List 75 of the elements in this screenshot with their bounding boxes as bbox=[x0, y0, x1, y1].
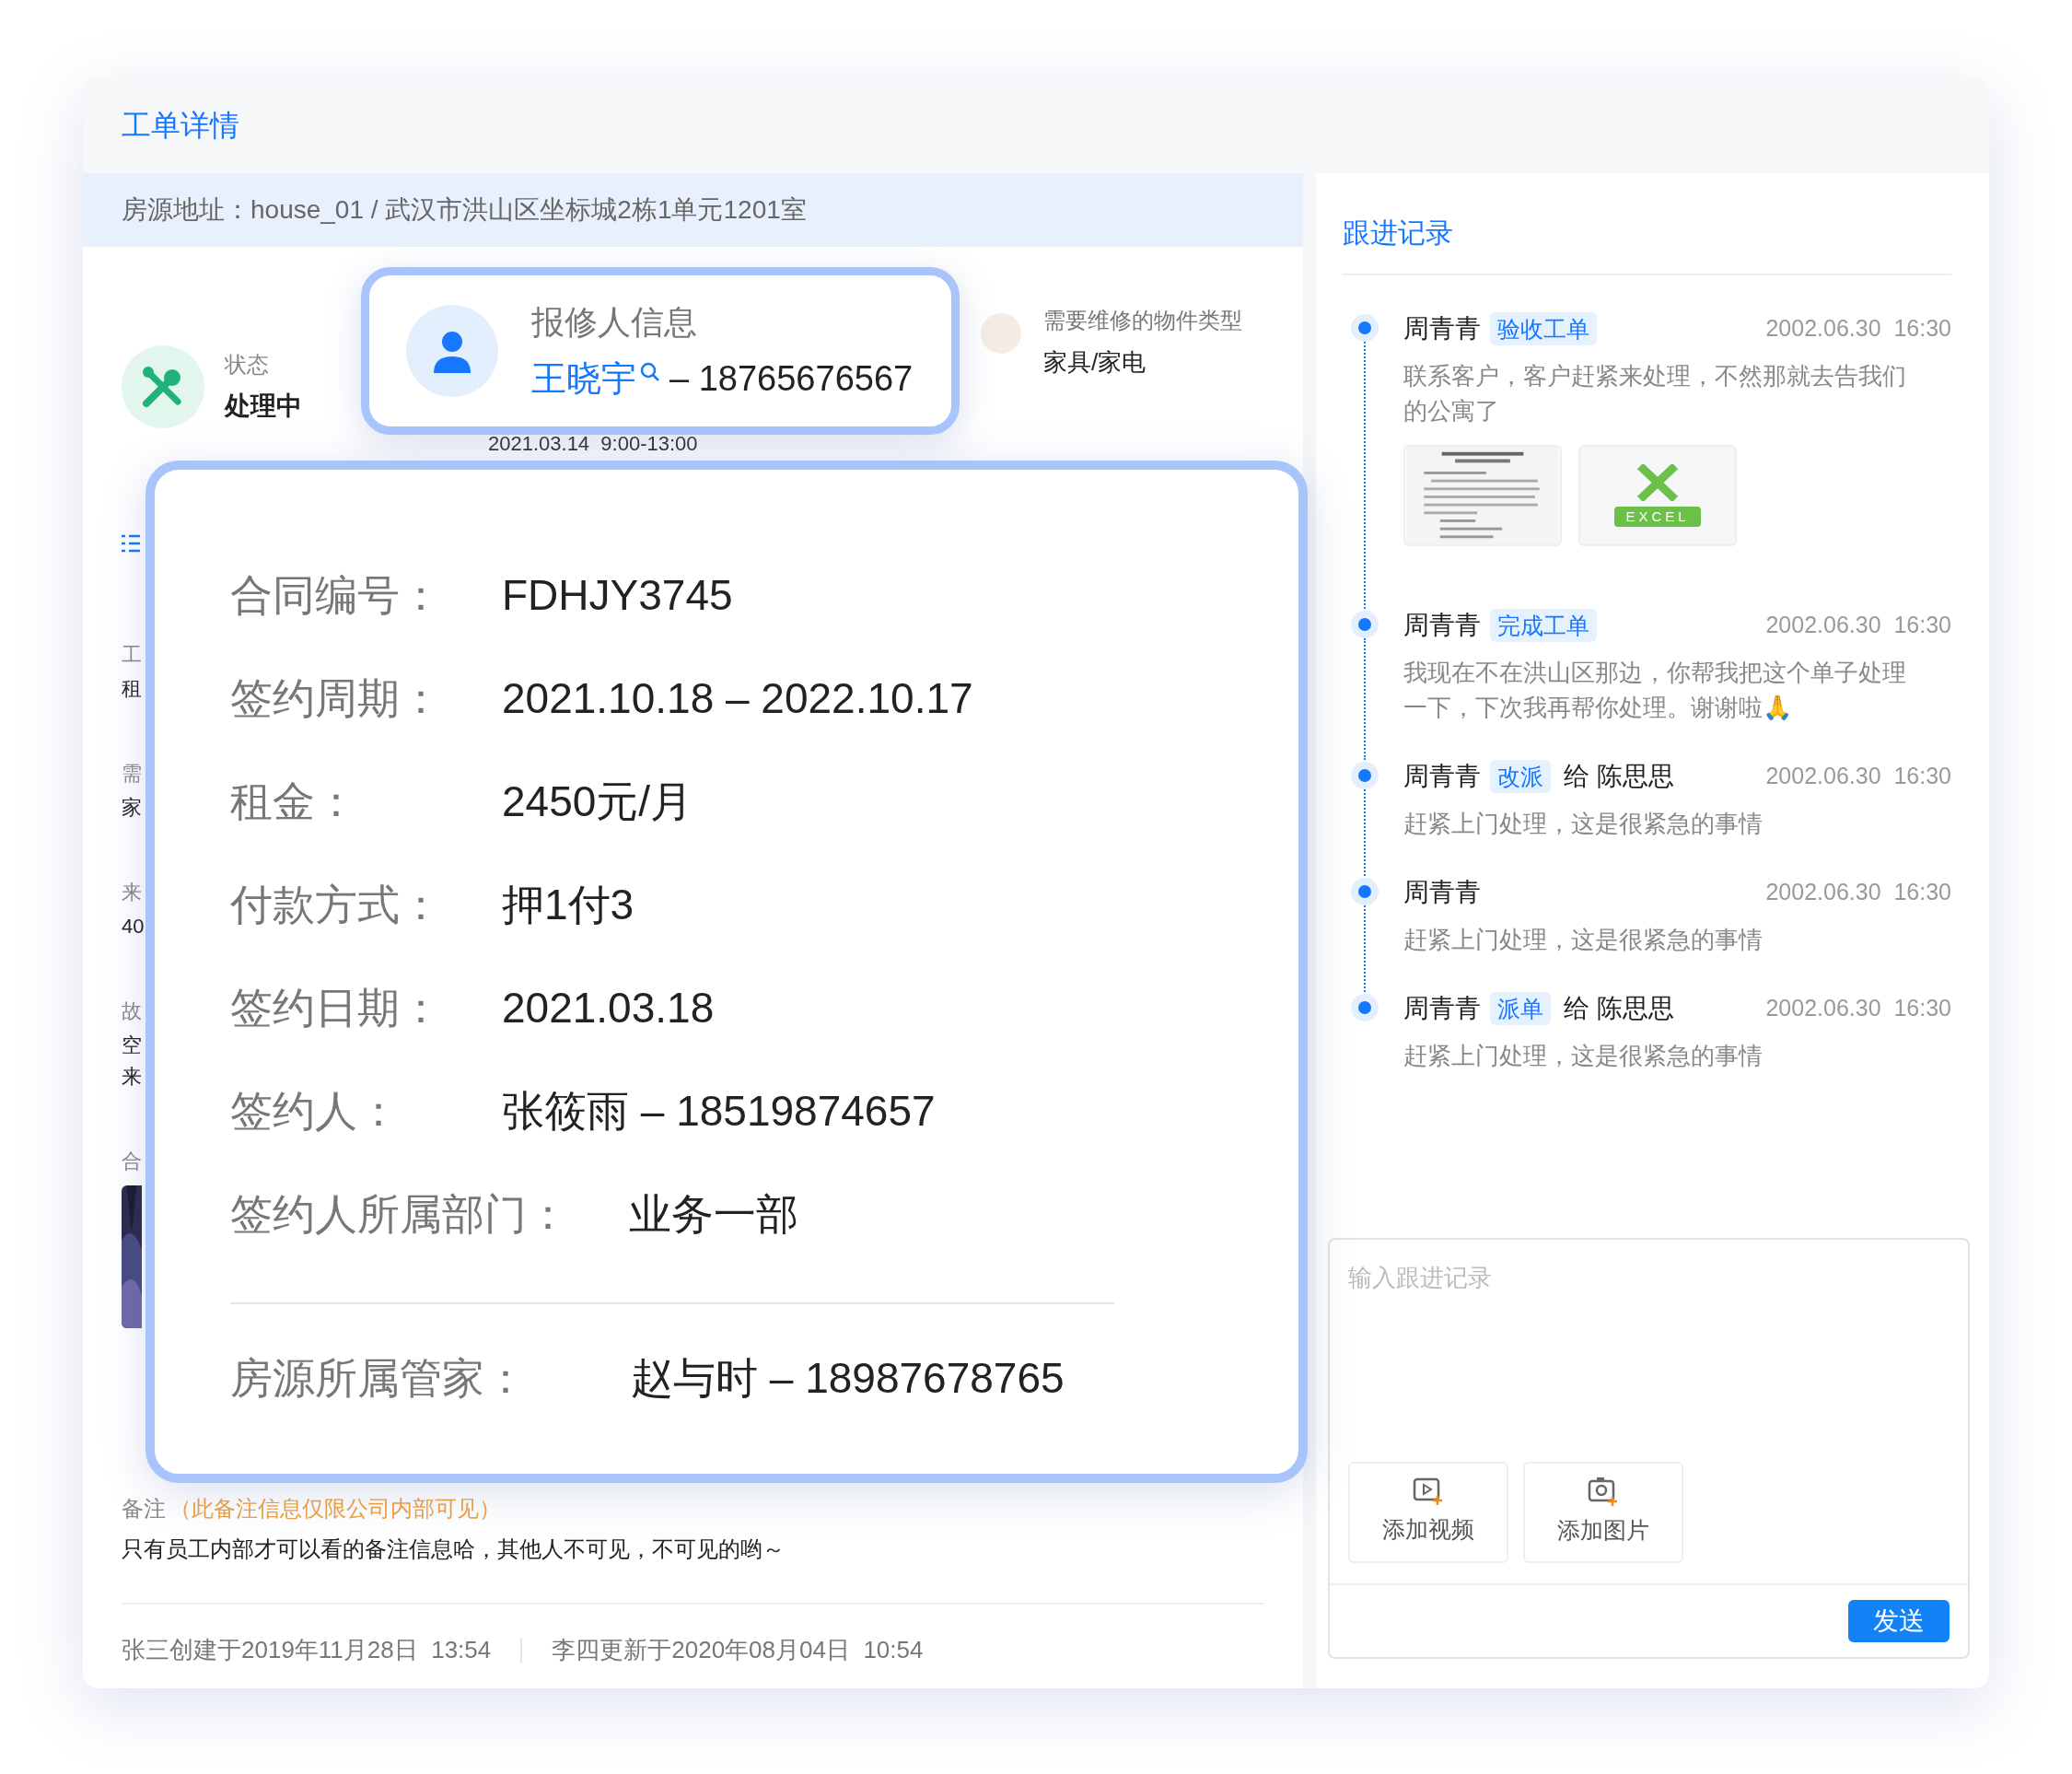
follow-up-input[interactable]: 输入跟进记录 bbox=[1330, 1240, 1968, 1462]
contract-field-value: 张筱雨 – 18519874657 bbox=[502, 1085, 936, 1137]
entry-text: 我现在不在洪山区那边，你帮我把这个单子处理一下，下次我再帮你处理。谢谢啦🙏 bbox=[1403, 658, 1907, 723]
contract-field-label: 签约人： bbox=[230, 1085, 401, 1137]
field-value: 40 bbox=[122, 914, 145, 940]
address-text: 房源地址：house_01 / 武汉市洪山区坐标城2栋1单元1201室 bbox=[122, 194, 807, 226]
footer-meta: 张三创建于2019年11月28日 13:54 bbox=[122, 1635, 492, 1665]
contract-field-value: 赵与时 – 18987678765 bbox=[631, 1352, 1065, 1404]
send-button[interactable]: 发送 bbox=[1848, 1600, 1950, 1642]
contract-field-value: 业务一部 bbox=[629, 1188, 798, 1240]
status-label: 状态 bbox=[225, 351, 270, 379]
remark-text: 只有员工内部才可以看的备注信息哈，其他人不可见，不可见的哟～ bbox=[122, 1535, 786, 1563]
contract-field-label: 付款方式： bbox=[230, 879, 443, 930]
add-photo-icon bbox=[1588, 1476, 1619, 1507]
follow-up-title: 跟进记录 bbox=[1343, 217, 1453, 248]
contract-field-value: 2450元/月 bbox=[502, 776, 693, 827]
reporter-title: 报修人信息 bbox=[531, 301, 698, 343]
file-type-label: EXCEL bbox=[1614, 507, 1701, 527]
add-media-button[interactable]: 添加图片 bbox=[1523, 1462, 1683, 1563]
field-label: 工 bbox=[122, 642, 142, 668]
contract-field-label: 房源所属管家： bbox=[230, 1352, 528, 1404]
list-icon bbox=[122, 533, 140, 554]
entry-text: 联系客户，客户赶紧来处理，不然那就去告我们的公寓了 bbox=[1403, 361, 1907, 426]
entry-time: 2002.06.30 16:30 bbox=[1765, 611, 1951, 640]
action-tag: 验收工单 bbox=[1490, 312, 1597, 345]
entry-time: 2002.06.30 16:30 bbox=[1765, 878, 1951, 907]
contract-field-value: 2021.10.18 – 2022.10.17 bbox=[502, 672, 973, 724]
search-icon[interactable] bbox=[640, 362, 660, 382]
page-title: 工单详情 bbox=[122, 107, 239, 144]
entry-text: 赶紧上门处理，这是很紧急的事情 bbox=[1403, 1041, 1764, 1071]
contract-field-label: 签约人所属部门： bbox=[230, 1188, 570, 1240]
assignee-text: 给 陈思思 bbox=[1564, 761, 1674, 792]
field-label: 故 bbox=[122, 998, 142, 1024]
footer-meta: 李四更新于2020年08月04日 10:54 bbox=[552, 1635, 924, 1665]
entry-time: 2002.06.30 16:30 bbox=[1765, 314, 1951, 344]
entry-text: 赶紧上门处理，这是很紧急的事情 bbox=[1403, 809, 1764, 839]
field-value: 家 bbox=[122, 795, 142, 821]
assignee-text: 给 陈思思 bbox=[1564, 993, 1674, 1024]
status-value: 处理中 bbox=[225, 391, 302, 422]
contract-field-value: 押1付3 bbox=[502, 879, 634, 930]
contract-field-label: 签约日期： bbox=[230, 982, 443, 1033]
field-label: 合 bbox=[122, 1149, 142, 1174]
author-name: 周青青 bbox=[1403, 761, 1481, 792]
follow-up-input-box[interactable]: 输入跟进记录 添加视频 添加图片 发送 bbox=[1328, 1238, 1970, 1659]
field-label: 需 bbox=[122, 761, 142, 787]
action-tag: 完成工单 bbox=[1490, 609, 1597, 642]
field-value: 空 bbox=[122, 1033, 142, 1058]
item-type-label: 需要维修的物件类型 bbox=[1043, 307, 1242, 334]
contract-field-value: 2021.03.18 bbox=[502, 982, 715, 1033]
action-tag: 改派 bbox=[1490, 760, 1551, 793]
entry-time: 2002.06.30 16:30 bbox=[1765, 994, 1951, 1023]
author-name: 周青青 bbox=[1403, 610, 1481, 641]
author-name: 周青青 bbox=[1403, 877, 1481, 908]
contract-field-value: FDHJY3745 bbox=[502, 569, 733, 621]
add-video-icon bbox=[1413, 1477, 1444, 1506]
field-label: 来 bbox=[122, 880, 142, 905]
reporter-phone: – 18765676567 bbox=[669, 357, 914, 400]
appointment-time: 2021.03.14 9:00-13:00 bbox=[488, 432, 698, 456]
entry-text: 赶紧上门处理，这是很紧急的事情 bbox=[1403, 925, 1764, 955]
author-name: 周青青 bbox=[1403, 313, 1481, 344]
action-tag: 派单 bbox=[1490, 992, 1551, 1025]
reporter-name-link[interactable]: 王晓宇 bbox=[531, 352, 636, 405]
remark-note: （此备注信息仅限公司内部可见） bbox=[169, 1495, 501, 1523]
entry-time: 2002.06.30 16:30 bbox=[1765, 762, 1951, 791]
cross-mark-icon bbox=[1636, 464, 1679, 501]
field-value: 来 bbox=[122, 1064, 142, 1090]
add-media-button[interactable]: 添加视频 bbox=[1348, 1462, 1508, 1563]
author-name: 周青青 bbox=[1403, 993, 1481, 1024]
field-value: 租 bbox=[122, 676, 142, 702]
item-type-value: 家具/家电 bbox=[1043, 347, 1147, 378]
contract-field-label: 签约周期： bbox=[230, 672, 443, 724]
contract-field-label: 租金： bbox=[230, 776, 358, 827]
remark-label: 备注 bbox=[122, 1495, 166, 1523]
contract-field-label: 合同编号： bbox=[230, 569, 443, 621]
item-type-icon bbox=[981, 313, 1021, 354]
